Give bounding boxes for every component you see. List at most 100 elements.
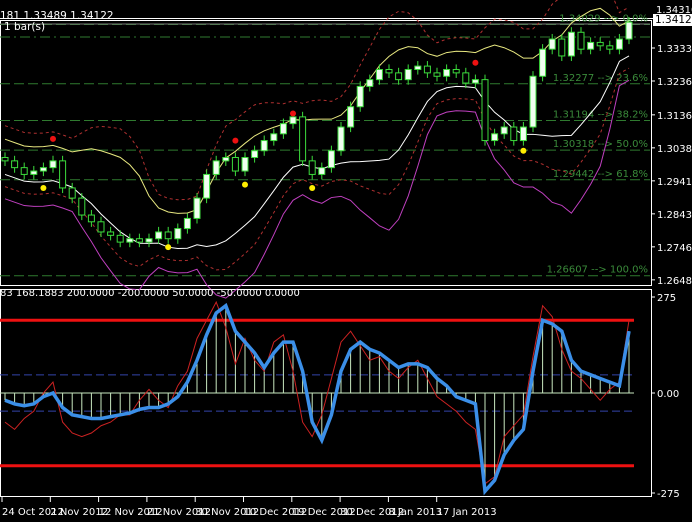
- bars-info: 1 bar(s): [4, 21, 46, 33]
- bull-candle: [203, 173, 211, 199]
- bear-candle: [299, 116, 307, 162]
- bull-candle: [500, 126, 508, 135]
- bear-candle: [59, 160, 67, 189]
- price-label: 1.28435: [657, 210, 692, 221]
- bull-candle: [155, 231, 163, 240]
- fractal-down-dot: [520, 147, 527, 154]
- bull-candle: [471, 79, 479, 84]
- bear-candle: [78, 197, 86, 216]
- fractal-down-dot: [165, 244, 172, 251]
- indicator-scale-label: 275: [657, 293, 676, 304]
- bull-candle: [251, 150, 259, 158]
- bear-candle: [231, 156, 239, 172]
- fib-level-label: 1.31194 --> 38.2%: [553, 109, 648, 120]
- bull-candle: [356, 85, 364, 108]
- bull-candle: [222, 156, 230, 162]
- fib-level-label: 1.30318 --> 50.0%: [553, 139, 648, 150]
- bull-candle: [193, 197, 201, 219]
- bull-candle: [145, 238, 153, 243]
- bear-candle: [481, 79, 489, 142]
- bull-candle: [279, 123, 287, 135]
- bear-candle: [164, 231, 172, 240]
- bull-candle: [375, 68, 383, 81]
- bull-candle: [126, 238, 134, 243]
- bear-candle: [452, 68, 460, 74]
- bear-candle: [510, 126, 518, 142]
- fractal-up-dot: [232, 137, 239, 144]
- fractal-down-dot: [309, 184, 316, 191]
- bull-candle: [327, 150, 335, 169]
- indicator-scale-label: 0.00: [657, 389, 679, 400]
- bear-candle: [97, 221, 105, 233]
- bear-candle: [20, 167, 28, 175]
- price-label: 1.26485: [657, 276, 692, 287]
- bear-candle: [135, 238, 143, 243]
- chart-window: 1.33335 1.32360 1.31360 1.30385 1.29410 1.284…: [0, 0, 692, 522]
- bull-candle: [443, 68, 451, 77]
- bull-candle: [174, 228, 182, 240]
- price-label: 1.33335: [657, 44, 692, 55]
- bull-candle: [587, 41, 595, 50]
- bear-candle: [423, 65, 431, 74]
- price-label: 1.27460: [657, 243, 692, 254]
- bear-candle: [308, 160, 316, 175]
- bear-candle: [596, 41, 604, 47]
- fractal-down-dot: [242, 181, 248, 188]
- price-label: 1.29410: [657, 177, 692, 188]
- bull-candle: [212, 160, 220, 175]
- fib-level-label: 1.26607 --> 100.0%: [547, 265, 648, 276]
- fib-level-label: 1.29442 --> 61.8%: [553, 169, 648, 180]
- bear-candle: [107, 231, 115, 236]
- price-chart[interactable]: 1.33335 1.32360 1.31360 1.30385 1.29410 1.284…: [0, 0, 692, 522]
- price-label: 1.32360: [657, 77, 692, 88]
- bear-candle: [395, 72, 403, 81]
- fib-level-label: 1.34029 --> 0.0%: [559, 14, 648, 25]
- bull-candle: [49, 160, 57, 169]
- time-label: 17 Jan 2013: [437, 507, 497, 518]
- bull-candle: [548, 38, 556, 50]
- indicator-scale-label: -275: [657, 489, 680, 500]
- bear-candle: [87, 214, 95, 223]
- bear-candle: [462, 72, 470, 84]
- current-price-label: 1.34122: [653, 14, 692, 26]
- bull-candle: [30, 170, 38, 175]
- indicator-info-line: 83 168.1883 200.0000 -200.0000 50.0000 -…: [0, 288, 300, 299]
- bear-candle: [68, 187, 76, 199]
- bull-candle: [337, 126, 345, 152]
- price-label: 1.31360: [657, 111, 692, 122]
- bull-candle: [241, 156, 249, 172]
- bull-candle: [519, 126, 527, 142]
- bull-candle: [615, 38, 623, 50]
- price-label: 1.30385: [657, 144, 692, 155]
- main-pane-frame: [0, 20, 652, 286]
- bull-candle: [318, 167, 326, 175]
- bull-candle: [414, 65, 422, 70]
- bull-candle: [183, 217, 191, 230]
- bear-candle: [433, 72, 441, 77]
- bear-candle: [606, 45, 614, 50]
- bull-candle: [289, 116, 297, 125]
- bull-candle: [347, 106, 355, 128]
- bear-candle: [11, 160, 19, 169]
- bull-candle: [270, 133, 278, 142]
- bull-candle: [529, 75, 537, 128]
- bear-candle: [116, 234, 124, 243]
- bear-candle: [1, 156, 9, 162]
- bull-candle: [539, 48, 547, 77]
- bull-candle: [567, 31, 575, 57]
- bull-candle: [260, 140, 268, 152]
- bear-candle: [385, 68, 393, 74]
- fractal-up-dot: [50, 135, 56, 142]
- fib-level-label: 1.32277 --> 23.6%: [553, 73, 648, 84]
- cci-smooth-line: [4, 302, 631, 496]
- bear-candle: [577, 31, 585, 50]
- time-label: 8 Jan 2013: [388, 507, 442, 518]
- bull-candle: [491, 133, 499, 142]
- fractal-up-dot: [472, 59, 479, 66]
- bull-candle: [39, 167, 47, 172]
- bull-candle: [625, 21, 633, 40]
- fractal-down-dot: [40, 184, 47, 191]
- bear-candle: [558, 38, 566, 57]
- bull-candle: [366, 79, 374, 87]
- fractal-up-dot: [290, 110, 296, 117]
